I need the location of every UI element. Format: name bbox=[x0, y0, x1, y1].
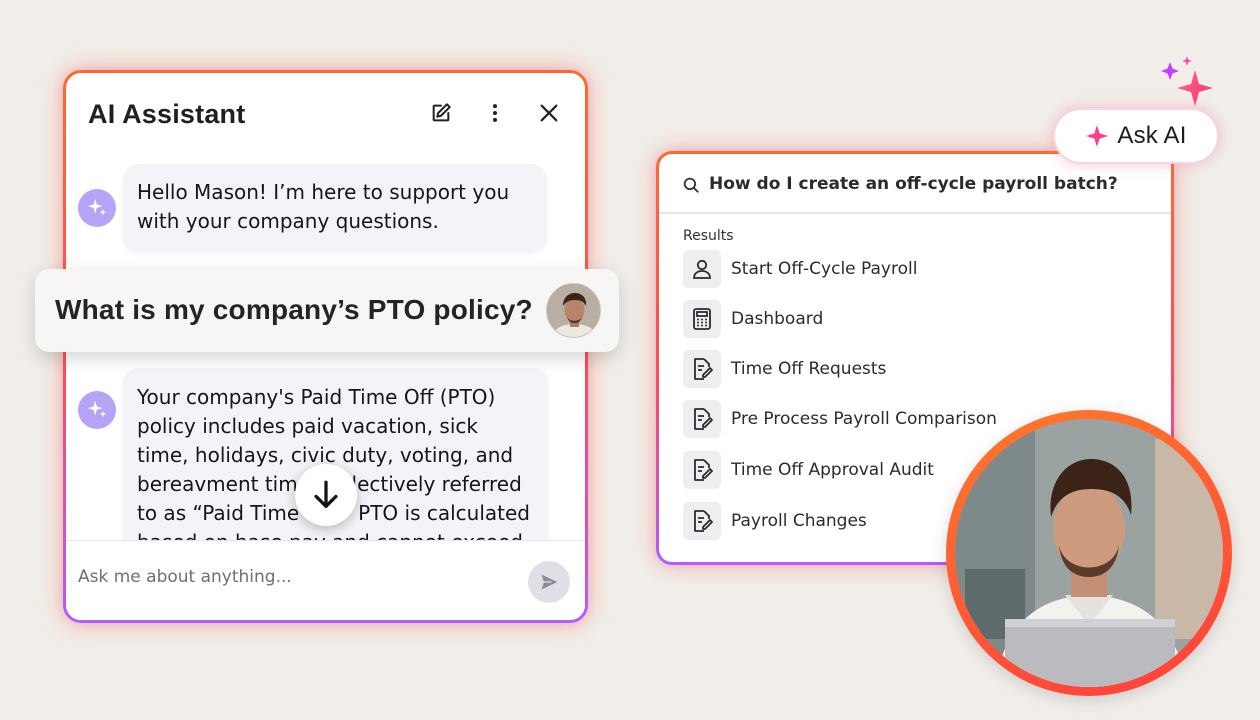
chat-actions bbox=[427, 99, 563, 127]
ai-avatar bbox=[78, 189, 116, 227]
chat-title: AI Assistant bbox=[88, 99, 246, 129]
close-icon[interactable] bbox=[535, 99, 563, 127]
search-query[interactable]: How do I create an off-cycle payroll bat… bbox=[709, 174, 1118, 194]
new-chat-icon[interactable] bbox=[427, 99, 455, 127]
assistant-greeting-message: Hello Mason! I’m here to support you wit… bbox=[123, 164, 547, 252]
user-avatar bbox=[546, 283, 601, 338]
send-button[interactable] bbox=[528, 561, 570, 603]
search-result[interactable]: Time Off Requests bbox=[683, 350, 886, 388]
person-photo bbox=[946, 410, 1232, 696]
sparkle-icon bbox=[1086, 125, 1109, 147]
search-result[interactable]: Dashboard bbox=[683, 300, 823, 338]
document-edit-icon bbox=[683, 400, 721, 438]
document-edit-icon bbox=[683, 350, 721, 388]
search-result-label: Start Off-Cycle Payroll bbox=[731, 259, 918, 279]
search-result[interactable]: Time Off Approval Audit bbox=[683, 451, 934, 489]
person-icon bbox=[683, 250, 721, 288]
chat-composer bbox=[66, 540, 585, 620]
search-result-label: Dashboard bbox=[731, 309, 824, 329]
search-result[interactable]: Pre Process Payroll Comparison bbox=[683, 400, 997, 438]
search-result[interactable]: Start Off-Cycle Payroll bbox=[683, 250, 917, 288]
results-label: Results bbox=[683, 228, 734, 244]
search-result[interactable]: Payroll Changes bbox=[683, 502, 867, 540]
calculator-icon bbox=[683, 300, 721, 338]
chat-input[interactable] bbox=[78, 567, 508, 587]
more-options-icon[interactable] bbox=[481, 99, 509, 127]
user-question-text: What is my company’s PTO policy? bbox=[55, 294, 533, 325]
send-icon bbox=[541, 574, 558, 590]
search-result-label: Time Off Requests bbox=[731, 359, 887, 379]
user-question-card: What is my company’s PTO policy? bbox=[35, 269, 619, 352]
search-result-label: Pre Process Payroll Comparison bbox=[731, 409, 997, 429]
document-edit-icon bbox=[683, 451, 721, 489]
document-edit-icon bbox=[683, 502, 721, 540]
sparkle-icon bbox=[87, 400, 107, 418]
scroll-to-bottom-button[interactable] bbox=[295, 464, 357, 526]
search-icon bbox=[683, 177, 699, 193]
arrow-down-icon bbox=[314, 480, 338, 508]
sparkles-icon bbox=[1155, 54, 1225, 129]
search-result-label: Time Off Approval Audit bbox=[731, 460, 934, 480]
search-result-label: Payroll Changes bbox=[731, 511, 867, 531]
ai-avatar bbox=[78, 391, 116, 429]
sparkle-icon bbox=[87, 198, 107, 216]
